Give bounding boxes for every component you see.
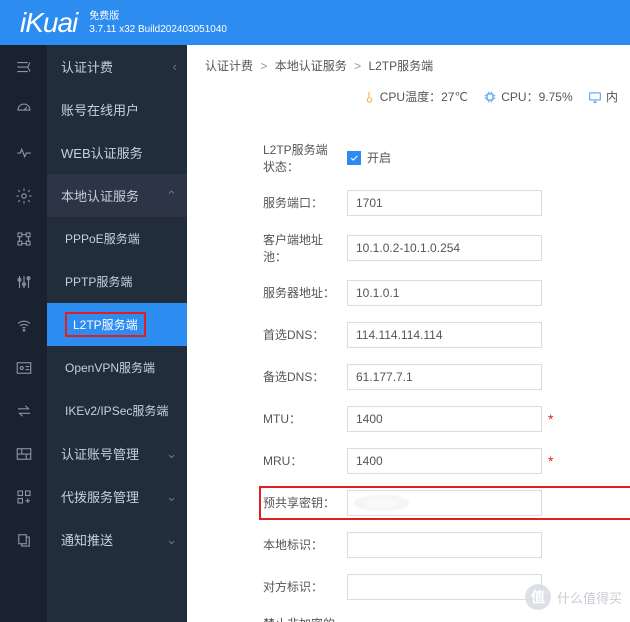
label-mtu: MTU： [187,410,347,427]
chevron-up-icon: ⌃ [166,188,177,204]
breadcrumb-sep: > [354,59,361,73]
breadcrumb-sep: > [260,59,267,73]
thermometer-icon [362,90,376,104]
rail-monitor-icon[interactable] [0,131,47,174]
submenu-label: OpenVPN服务端 [65,359,155,376]
chevron-left-icon: ‹ [173,59,177,74]
label-psk: 预共享密钥： [187,494,347,511]
status-bar: CPU温度：27℃ CPU：9.75% 内 [187,82,630,121]
label-deny-noencrypt: 禁止非加密的连接： [187,615,347,622]
input-port[interactable] [347,190,542,216]
submenu-pptp[interactable]: PPTP服务端 [47,260,187,303]
label-mru: MRU： [187,452,347,469]
breadcrumb: 认证计费 > 本地认证服务 > L2TP服务端 [187,45,630,82]
input-remote-id[interactable] [347,574,542,600]
input-dns1[interactable] [347,322,542,348]
rail-settings-icon[interactable] [0,174,47,217]
label-local-id: 本地标识： [187,536,347,553]
menu-proxy-dial[interactable]: 代拨服务管理 ⌄ [47,475,187,518]
menu-column: 认证计费 ‹ 账号在线用户 WEB认证服务 本地认证服务 ⌃ PPPoE服务端 … [47,45,187,622]
input-dns2[interactable] [347,364,542,390]
breadcrumb-item[interactable]: 认证计费 [205,59,253,73]
breadcrumb-item: L2TP服务端 [368,59,433,73]
checkbox-server-status[interactable] [347,151,361,165]
menu-auth-billing[interactable]: 认证计费 ‹ [47,45,187,88]
logo: iKuai [20,7,77,39]
label-client-pool: 客户端地址池： [187,231,347,265]
menu-online-users[interactable]: 账号在线用户 [47,88,187,131]
cpu-value: 9.75% [539,90,573,104]
redacted-value [354,495,409,511]
chevron-down-icon: ⌄ [166,489,177,505]
menu-label: 认证账号管理 [61,444,139,463]
submenu-ikev2[interactable]: IKEv2/IPSec服务端 [47,389,187,432]
required-star: * [548,411,553,427]
submenu-label: PPTP服务端 [65,273,132,290]
label-server-addr: 服务器地址： [187,284,347,301]
version-block: 免费版 3.7.11 x32 Build202403051040 [89,10,227,36]
rail-sliders-icon[interactable] [0,260,47,303]
app-header: iKuai 免费版 3.7.11 x32 Build202403051040 [0,0,630,45]
menu-local-auth[interactable]: 本地认证服务 ⌃ [47,174,187,217]
input-local-id[interactable] [347,532,542,558]
temp-label: CPU温度： [380,88,441,105]
menu-label: WEB认证服务 [61,143,143,162]
checkbox-label: 开启 [367,149,391,166]
menu-label: 本地认证服务 [61,186,139,205]
input-client-pool[interactable] [347,235,542,261]
cpu-icon [483,90,497,104]
temp-value: 27℃ [441,90,468,104]
input-psk[interactable] [347,490,542,516]
label-dns1: 首选DNS： [187,326,347,343]
submenu-label: IKEv2/IPSec服务端 [65,402,168,419]
icon-rail [0,45,47,622]
status-memory: 内 [588,88,618,105]
chevron-down-icon: ⌄ [166,446,177,462]
rail-wifi-icon[interactable] [0,303,47,346]
menu-label: 账号在线用户 [61,100,139,119]
rail-menu-icon[interactable] [0,45,47,88]
chevron-down-icon: ⌄ [166,532,177,548]
content-area: 认证计费 > 本地认证服务 > L2TP服务端 CPU温度：27℃ CPU：9.… [187,45,630,622]
menu-label: 代拨服务管理 [61,487,139,506]
rail-swap-icon[interactable] [0,389,47,432]
menu-web-auth[interactable]: WEB认证服务 [47,131,187,174]
required-star: * [548,453,553,469]
edition-label: 免费版 [89,10,227,23]
mon-label: 内 [606,88,618,105]
input-server-addr[interactable] [347,280,542,306]
status-temp: CPU温度：27℃ [362,88,468,105]
rail-dashboard-icon[interactable] [0,88,47,131]
status-cpu: CPU：9.75% [483,88,572,105]
rail-firewall-icon[interactable] [0,432,47,475]
menu-notify[interactable]: 通知推送 ⌄ [47,518,187,561]
label-dns2: 备选DNS： [187,368,347,385]
rail-user-icon[interactable] [0,346,47,389]
input-mru[interactable] [347,448,542,474]
rail-network-icon[interactable] [0,217,47,260]
submenu-pppoe[interactable]: PPPoE服务端 [47,217,187,260]
submenu-label: L2TP服务端 [65,312,146,337]
menu-label: 认证计费 [61,57,113,76]
submenu-l2tp[interactable]: L2TP服务端 [47,303,187,346]
breadcrumb-item[interactable]: 本地认证服务 [275,59,347,73]
cpu-label: CPU： [501,88,538,105]
monitor-icon [588,90,602,104]
rail-apps-icon[interactable] [0,475,47,518]
submenu-label: PPPoE服务端 [65,230,140,247]
input-mtu[interactable] [347,406,542,432]
menu-account-mgmt[interactable]: 认证账号管理 ⌄ [47,432,187,475]
menu-label: 通知推送 [61,530,113,549]
rail-copy-icon[interactable] [0,518,47,561]
build-label: 3.7.11 x32 Build202403051040 [89,23,227,36]
settings-form: L2TP服务端状态： 开启 服务端口： 客户端地址池： 服务器地址： 首选DNS… [187,121,630,622]
label-remote-id: 对方标识： [187,578,347,595]
label-server-status: L2TP服务端状态： [187,141,347,175]
label-port: 服务端口： [187,194,347,211]
submenu-openvpn[interactable]: OpenVPN服务端 [47,346,187,389]
